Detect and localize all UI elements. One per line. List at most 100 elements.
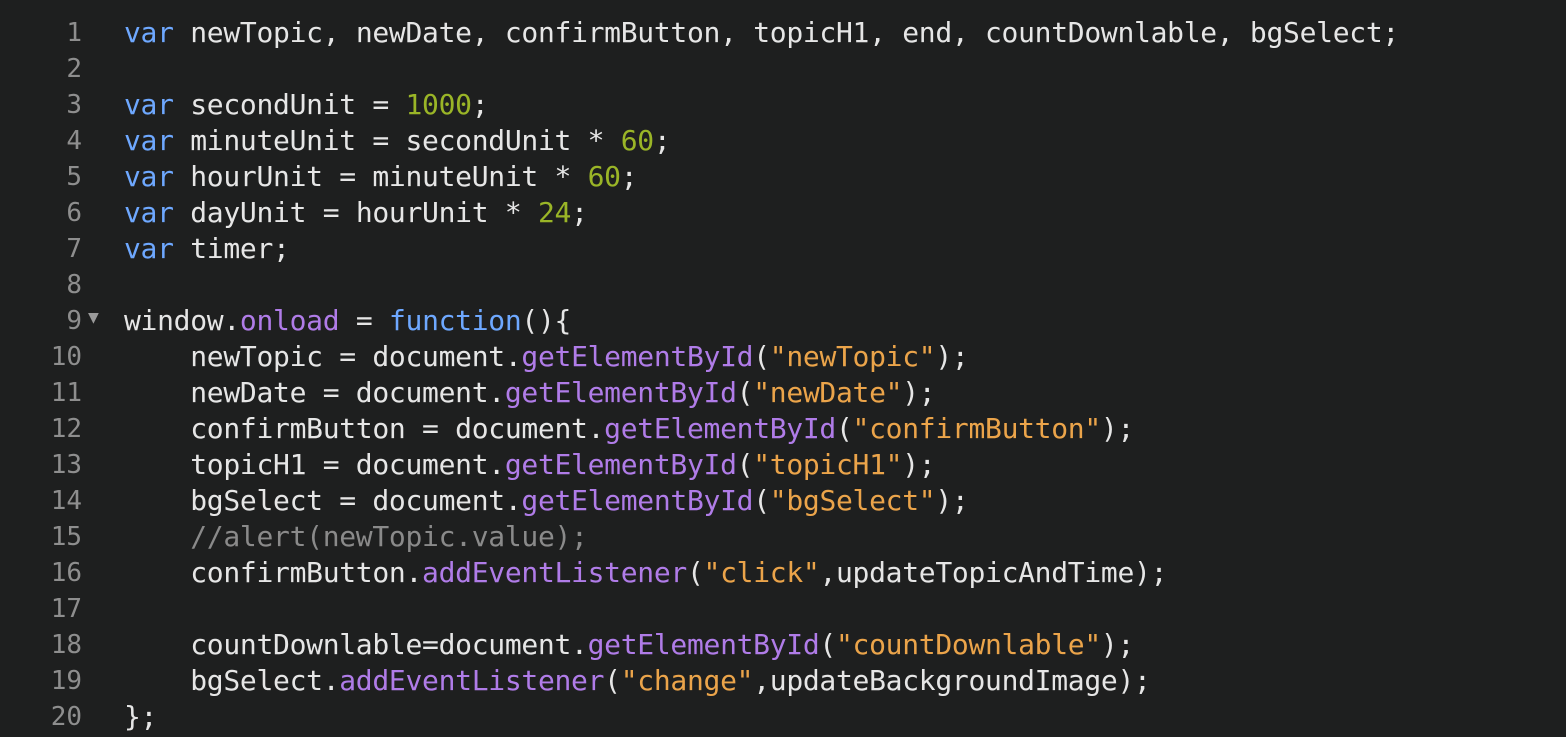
string-token: "newDate" — [753, 376, 903, 409]
text-token: ; — [620, 160, 638, 193]
code-text: confirmButton = document.getElementById(… — [124, 411, 1134, 447]
code-line[interactable]: 14 bgSelect = document.getElementById("b… — [0, 483, 1566, 519]
text-token: ; — [571, 196, 588, 229]
keyword-token: var — [124, 160, 174, 193]
line-number: 12 — [50, 414, 82, 444]
property-token: onload — [239, 304, 340, 337]
code-line[interactable]: 12 confirmButton = document.getElementBy… — [0, 411, 1566, 447]
code-text: var secondUnit = 1000; — [124, 87, 489, 123]
text-token: bgSelect = document. — [124, 484, 522, 517]
text-token: minuteUnit = secondUnit * — [173, 124, 621, 157]
line-number: 10 — [50, 342, 82, 372]
text-token: secondUnit = — [173, 88, 406, 121]
line-number: 16 — [50, 558, 82, 588]
line-number: 6 — [66, 198, 82, 228]
text-token: ( — [604, 664, 621, 697]
property-token: getElementById — [521, 340, 754, 373]
text-token: ( — [753, 340, 770, 373]
line-number: 15 — [50, 522, 82, 552]
line-number: 4 — [66, 126, 82, 156]
text-token: dayUnit = hourUnit * — [173, 196, 538, 229]
property-token: getElementById — [604, 412, 836, 445]
property-token: getElementById — [587, 628, 820, 661]
line-number: 9 — [66, 306, 82, 336]
text-token: ); — [1100, 628, 1135, 661]
text-token: ( — [736, 376, 754, 409]
text-token: ); — [1100, 412, 1135, 445]
text-token: topicH1 = document. — [124, 448, 505, 481]
string-token: "newTopic" — [769, 340, 936, 373]
code-line[interactable]: 11 newDate = document.getElementById("ne… — [0, 375, 1566, 411]
text-token: ); — [935, 340, 969, 373]
code-line[interactable]: 7 var timer; — [0, 231, 1566, 267]
line-number: 14 — [50, 486, 82, 516]
text-token: ( — [753, 484, 770, 517]
text-token: = — [339, 304, 389, 337]
code-line[interactable]: 10 newTopic = document.getElementById("n… — [0, 339, 1566, 375]
code-line[interactable]: 16 confirmButton.addEventListener("click… — [0, 555, 1566, 591]
code-text: }; — [124, 699, 157, 735]
line-number: 11 — [50, 378, 82, 408]
code-line[interactable]: 3 var secondUnit = 1000; — [0, 87, 1566, 123]
code-text: window.onload = function(){ — [124, 303, 571, 339]
code-text: newDate = document.getElementById("newDa… — [124, 375, 935, 411]
code-text: confirmButton.addEventListener("click",u… — [124, 555, 1167, 591]
text-token: ); — [902, 448, 936, 481]
line-number: 8 — [66, 270, 82, 300]
fold-triangle-down-icon[interactable]: ▼ — [88, 303, 99, 333]
number-token: 60 — [587, 160, 621, 193]
line-number: 17 — [50, 594, 82, 624]
text-token: countDownlable=document. — [124, 628, 588, 661]
code-line[interactable]: 19 bgSelect.addEventListener("change",up… — [0, 663, 1566, 699]
property-token: getElementById — [504, 448, 737, 481]
string-token: "confirmButton" — [852, 412, 1102, 445]
code-line[interactable]: 15 //alert(newTopic.value); — [0, 519, 1566, 555]
code-line[interactable]: 17 — [0, 591, 1566, 627]
text-token: bgSelect. — [124, 664, 340, 697]
code-text: var dayUnit = hourUnit * 24; — [124, 195, 588, 231]
text-token: ,updateTopicAndTime); — [819, 556, 1168, 589]
text-token: newTopic, newDate, confirmButton, topicH… — [173, 16, 1399, 49]
code-line[interactable]: 9 ▼ window.onload = function(){ — [0, 303, 1566, 339]
code-editor[interactable]: 1 var newTopic, newDate, confirmButton, t… — [0, 0, 1566, 737]
keyword-token: var — [124, 232, 174, 265]
text-token: newTopic = document. — [124, 340, 522, 373]
code-line[interactable]: 18 countDownlable=document.getElementByI… — [0, 627, 1566, 663]
comment-token: //alert(newTopic.value); — [190, 520, 588, 553]
line-number: 1 — [66, 18, 82, 48]
code-line[interactable]: 4 var minuteUnit = secondUnit * 60; — [0, 123, 1566, 159]
text-token: hourUnit = minuteUnit * — [173, 160, 588, 193]
string-token: "countDownlable" — [835, 628, 1101, 661]
string-token: "click" — [703, 556, 820, 589]
code-text: bgSelect = document.getElementById("bgSe… — [124, 483, 969, 519]
text-token: ); — [902, 376, 936, 409]
code-text: countDownlable=document.getElementById("… — [124, 627, 1134, 663]
text-token: ; — [471, 88, 489, 121]
code-line[interactable]: 6 var dayUnit = hourUnit * 24; — [0, 195, 1566, 231]
code-text: newTopic = document.getElementById("newT… — [124, 339, 969, 375]
code-text: var newTopic, newDate, confirmButton, to… — [124, 15, 1399, 51]
text-token: ); — [935, 484, 969, 517]
code-line[interactable]: 8 — [0, 267, 1566, 303]
text-token: ; — [653, 124, 671, 157]
text-token: window. — [124, 304, 240, 337]
text-token: (){ — [521, 304, 572, 337]
code-line[interactable]: 5 var hourUnit = minuteUnit * 60; — [0, 159, 1566, 195]
keyword-token: var — [124, 196, 174, 229]
text-token: ,updateBackgroundImage); — [753, 664, 1151, 697]
code-line[interactable]: 2 — [0, 51, 1566, 87]
string-token: "topicH1" — [753, 448, 903, 481]
text-token: ( — [736, 448, 754, 481]
text-token: confirmButton = document. — [124, 412, 605, 445]
code-line[interactable]: 1 var newTopic, newDate, confirmButton, t… — [0, 15, 1566, 51]
code-line[interactable]: 20}; — [0, 699, 1566, 735]
number-token: 1000 — [405, 88, 473, 121]
text-token: timer; — [173, 232, 290, 265]
number-token: 24 — [537, 196, 572, 229]
line-number: 3 — [66, 90, 82, 120]
line-number: 7 — [66, 234, 82, 264]
keyword-token: var — [124, 16, 174, 49]
line-number: 20 — [50, 702, 82, 732]
code-line[interactable]: 13 topicH1 = document.getElementById("to… — [0, 447, 1566, 483]
